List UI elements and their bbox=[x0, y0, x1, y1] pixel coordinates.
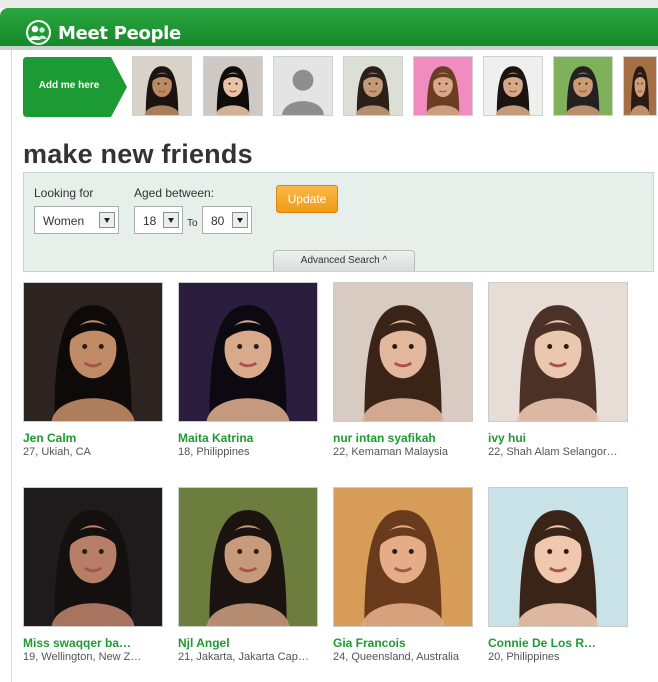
person-name-link[interactable]: Jen Calm bbox=[23, 431, 76, 445]
add-me-label: Add me here bbox=[38, 80, 100, 91]
person-age-location: 27, Ukiah, CA bbox=[23, 446, 91, 458]
person-photo[interactable] bbox=[178, 282, 318, 422]
member-thumbnail[interactable] bbox=[413, 56, 473, 116]
person-name-link[interactable]: Maita Katrina bbox=[178, 431, 253, 445]
person-age-location: 20, Philippines bbox=[488, 651, 560, 663]
left-divider bbox=[11, 48, 12, 682]
person-name-link[interactable]: Miss swaqqer ba… bbox=[23, 636, 131, 650]
member-thumbnail[interactable] bbox=[203, 56, 263, 116]
app-title: Meet People bbox=[58, 23, 181, 44]
member-thumbnail[interactable] bbox=[132, 56, 192, 116]
person-name-link[interactable]: Gia Francois bbox=[333, 636, 406, 650]
chevron-down-icon bbox=[99, 212, 115, 228]
person-name-link[interactable]: Connie De Los R… bbox=[488, 636, 596, 650]
advanced-search-button[interactable]: Advanced Search ^ bbox=[273, 250, 415, 271]
looking-for-value: Women bbox=[43, 214, 85, 228]
person-name-link[interactable]: ivy hui bbox=[488, 431, 526, 445]
person-age-location: 24, Queensland, Australia bbox=[333, 651, 459, 663]
member-thumbnail[interactable] bbox=[553, 56, 613, 116]
member-thumbnail[interactable] bbox=[483, 56, 543, 116]
age-min-value: 18 bbox=[143, 214, 157, 228]
member-thumbnail[interactable] bbox=[343, 56, 403, 116]
chevron-down-icon bbox=[163, 212, 179, 228]
person-photo[interactable] bbox=[23, 487, 163, 627]
person-age-location: 18, Philippines bbox=[178, 446, 250, 458]
default-avatar-thumbnail[interactable] bbox=[273, 56, 333, 116]
person-photo[interactable] bbox=[488, 282, 628, 422]
age-max-value: 80 bbox=[211, 214, 225, 228]
top-strip bbox=[0, 0, 658, 8]
person-age-location: 22, Kemaman Malaysia bbox=[333, 446, 448, 458]
person-photo[interactable] bbox=[333, 282, 473, 422]
meet-people-logo-icon bbox=[26, 20, 51, 45]
age-min-select[interactable]: 18 bbox=[134, 206, 183, 234]
header-shadow bbox=[0, 46, 658, 50]
page-title: make new friends bbox=[23, 139, 253, 169]
aged-between-label: Aged between: bbox=[134, 186, 215, 200]
person-age-location: 19, Wellington, New Z… bbox=[23, 651, 142, 663]
member-thumbnail[interactable] bbox=[623, 56, 657, 116]
app-header: Meet People bbox=[0, 8, 658, 48]
person-age-location: 22, Shah Alam Selangor… bbox=[488, 446, 618, 458]
chevron-down-icon bbox=[232, 212, 248, 228]
age-max-select[interactable]: 80 bbox=[202, 206, 252, 234]
to-label: To bbox=[187, 218, 198, 229]
looking-for-select[interactable]: Women bbox=[34, 206, 119, 234]
person-name-link[interactable]: nur intan syafikah bbox=[333, 431, 436, 445]
update-button[interactable]: Update bbox=[276, 185, 338, 213]
person-photo[interactable] bbox=[488, 487, 628, 627]
meet-people-page: Meet People Add me here make new friends… bbox=[0, 0, 658, 682]
person-photo[interactable] bbox=[23, 282, 163, 422]
add-me-here-button[interactable]: Add me here bbox=[23, 57, 127, 117]
person-photo[interactable] bbox=[333, 487, 473, 627]
person-name-link[interactable]: Njl Angel bbox=[178, 636, 230, 650]
looking-for-label: Looking for bbox=[34, 186, 94, 200]
person-age-location: 21, Jakarta, Jakarta Cap… bbox=[178, 651, 309, 663]
person-photo[interactable] bbox=[178, 487, 318, 627]
